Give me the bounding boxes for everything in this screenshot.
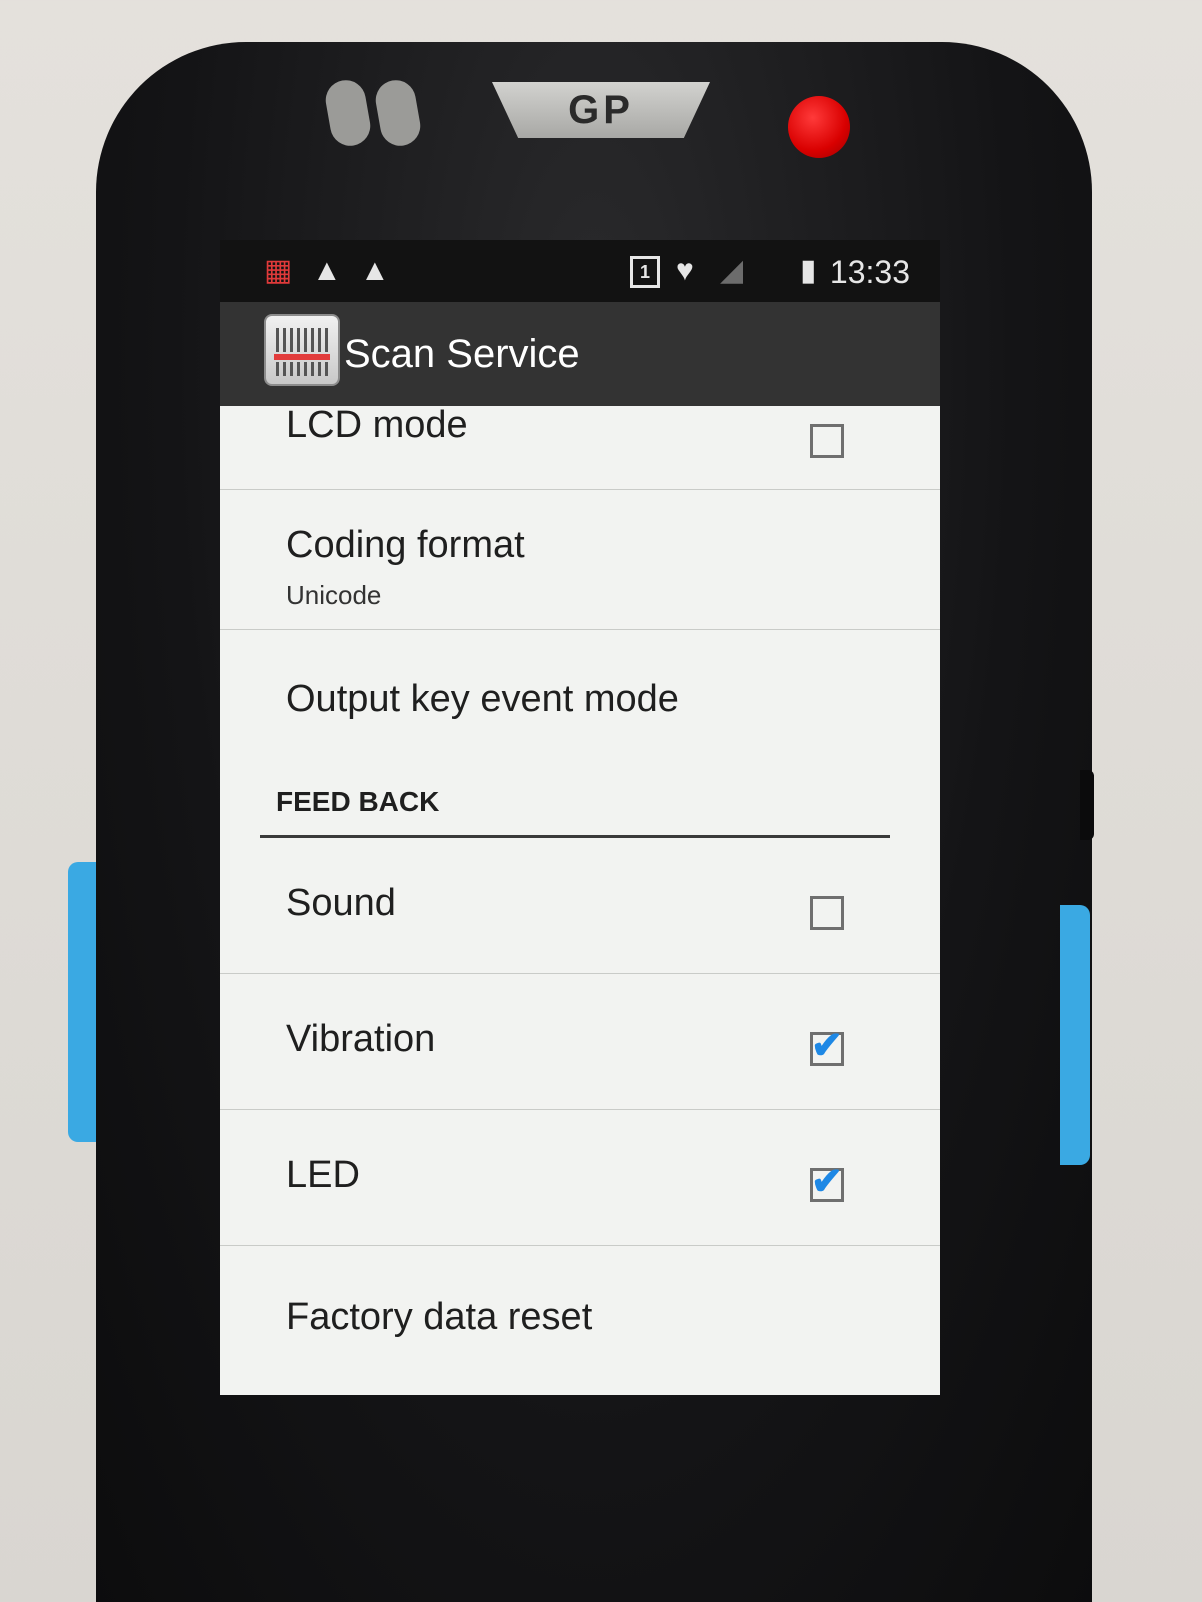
right-scan-key[interactable]	[1060, 905, 1090, 1165]
setting-factory-data-reset[interactable]: Factory data reset	[220, 1246, 940, 1382]
scanner-app-icon[interactable]	[264, 314, 340, 386]
sim-card-icon: 1	[630, 256, 660, 288]
warning-icon: ▲	[360, 254, 390, 287]
signal-icon: ◢	[720, 254, 744, 287]
sound-checkbox[interactable]	[810, 896, 844, 930]
lcd-mode-checkbox[interactable]	[810, 424, 844, 458]
led-checkbox[interactable]: ✔	[810, 1161, 844, 1203]
setting-lcd-mode[interactable]: LCD mode	[220, 404, 940, 490]
side-button[interactable]	[1080, 770, 1094, 840]
setting-sound[interactable]: Sound	[220, 838, 940, 974]
setting-coding-format[interactable]: Coding format Unicode	[220, 490, 940, 630]
device-screen: ▦ ▲ ▲ 1 ♥ ◢ ▮ 13:33 Scan Service LCD mod…	[220, 240, 940, 1395]
action-bar: Scan Service	[220, 302, 940, 406]
settings-list: LCD mode Coding format Unicode Output ke…	[220, 404, 940, 1382]
setting-summary: Unicode	[286, 580, 382, 610]
setting-label: Coding format	[286, 524, 525, 566]
heart-icon: ♥	[676, 254, 694, 287]
setting-label: Factory data reset	[286, 1296, 593, 1338]
warning-icon: ▲	[312, 254, 342, 287]
section-header-label: FEED BACK	[276, 786, 440, 817]
setting-output-key-event-mode[interactable]: Output key event mode	[220, 630, 940, 770]
scan-beam-icon	[274, 354, 330, 360]
status-bar: ▦ ▲ ▲ 1 ♥ ◢ ▮ 13:33	[220, 240, 940, 302]
setting-label: Output key event mode	[286, 678, 679, 720]
section-header-feedback: FEED BACK	[220, 770, 940, 838]
setting-led[interactable]: LED ✔	[220, 1110, 940, 1246]
barcode-bars-icon	[276, 362, 328, 376]
page-title: Scan Service	[344, 332, 580, 376]
setting-label: LCD mode	[286, 404, 468, 446]
setting-label: Vibration	[286, 1018, 436, 1060]
status-time: 13:33	[829, 254, 910, 290]
setting-vibration[interactable]: Vibration ✔	[220, 974, 940, 1110]
checkmark-icon: ✔	[811, 1025, 843, 1067]
scanner-notification-icon: ▦	[264, 254, 293, 287]
setting-label: Sound	[286, 882, 396, 924]
power-button[interactable]	[788, 96, 850, 158]
battery-icon: ▮	[800, 254, 817, 287]
barcode-bars-icon	[276, 328, 328, 352]
vibration-checkbox[interactable]: ✔	[810, 1025, 844, 1067]
brand-logo: GP	[492, 82, 710, 138]
checkmark-icon: ✔	[811, 1161, 843, 1203]
setting-label: LED	[286, 1154, 360, 1196]
